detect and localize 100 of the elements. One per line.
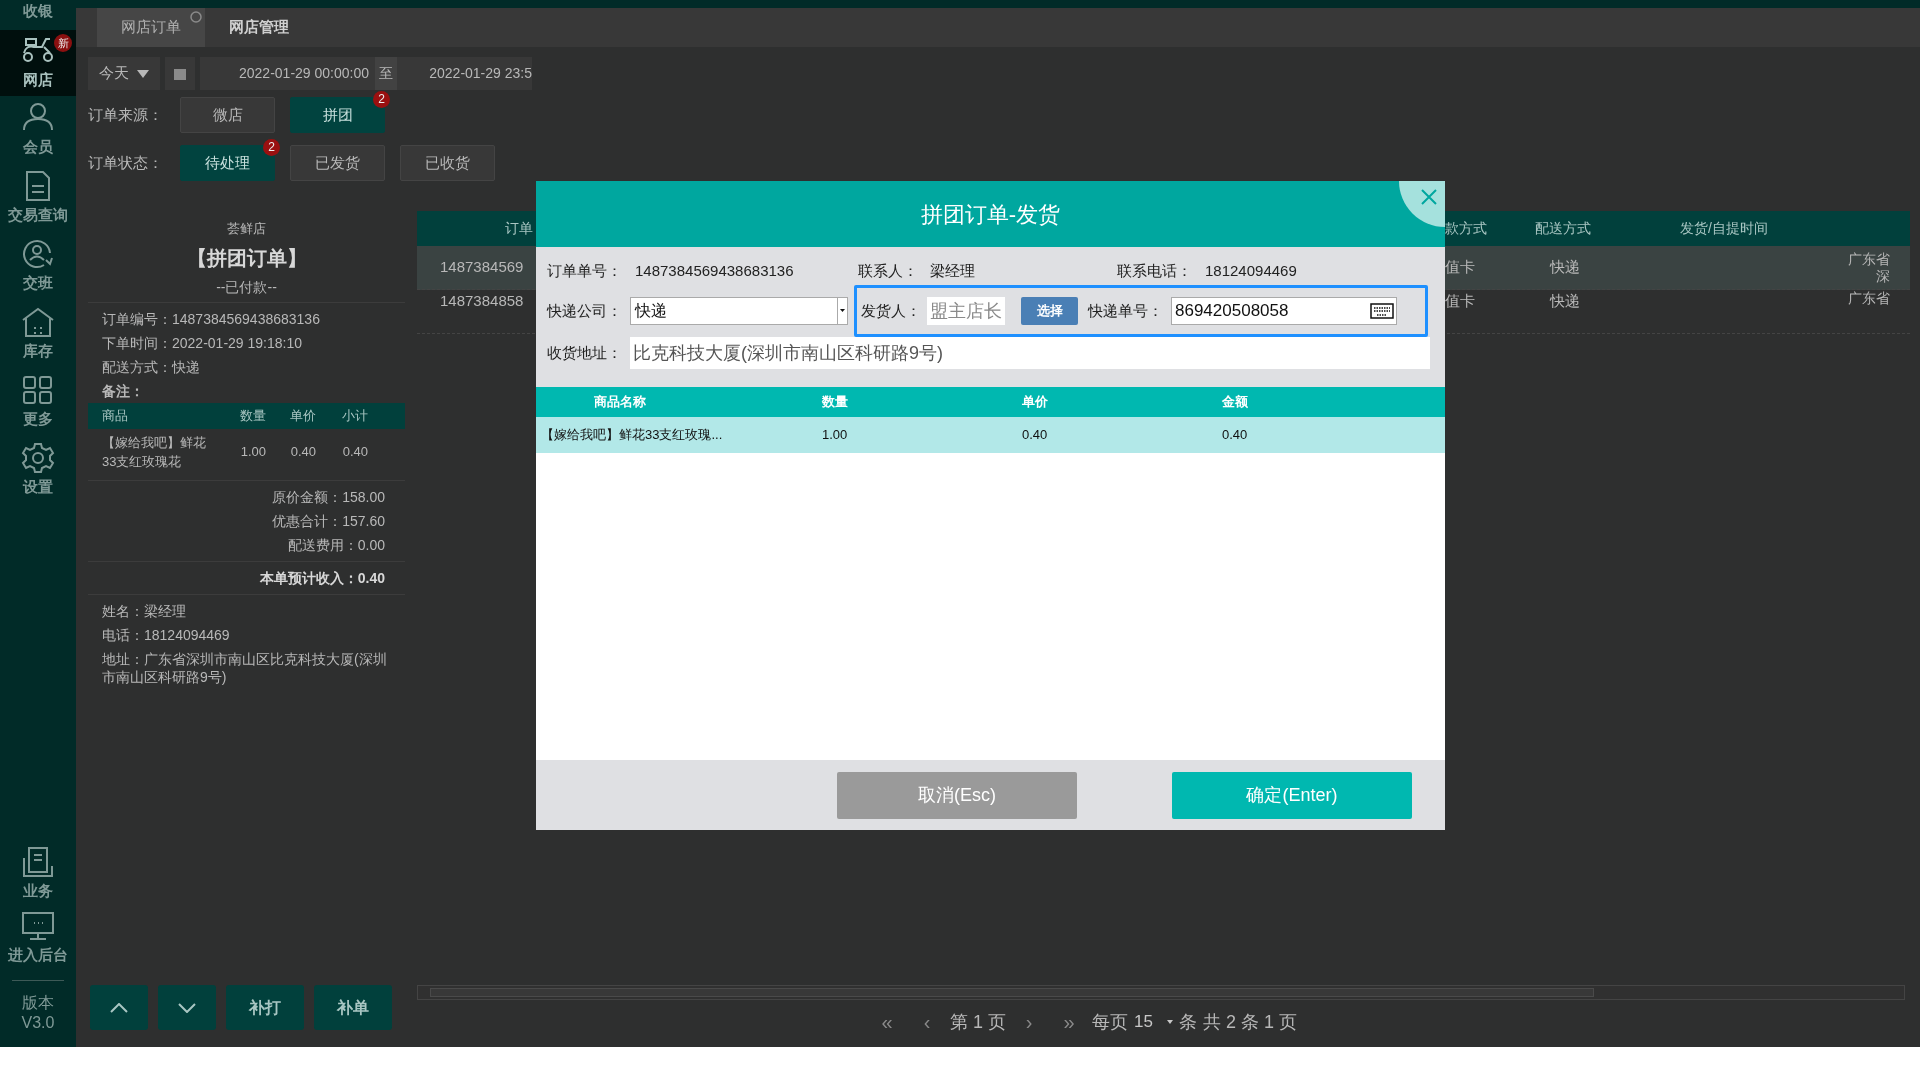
tab[interactable]: 网店订单 [97, 8, 205, 47]
table-cell-text: 广东省 深 [1847, 251, 1890, 284]
table-cell-text: 快递 [1548, 291, 1581, 311]
filter-label: 订单来源： [88, 104, 164, 125]
income-line: 本单预计收入：0.40 [258, 568, 386, 588]
keyboard-icon[interactable] [1370, 303, 1394, 319]
horizontal-scrollbar[interactable] [417, 985, 1905, 1000]
table-cell-text: 0.40 [289, 443, 316, 462]
version-label: 版本 [22, 993, 54, 1013]
column-header: 金额 [1222, 393, 1249, 412]
sidebar-item[interactable]: 更多 [0, 368, 76, 436]
count-badge: 2 [373, 91, 390, 108]
table-cell-text: 值卡 [1445, 291, 1476, 311]
table-cell-text: 0.40 [1022, 426, 1049, 445]
tab[interactable]: 网店管理 [205, 8, 313, 47]
date-separator: 至 [375, 57, 397, 90]
action-button[interactable]: 补打 [226, 985, 304, 1030]
table-cell-text: 值卡 [1445, 257, 1476, 278]
field-value: 1487384569438683136 [635, 260, 794, 281]
sidebar-item[interactable]: 收银 [0, 0, 76, 30]
column-header: 配送方式 [1534, 219, 1592, 238]
field-label: 联系电话： [1117, 260, 1193, 281]
table-cell-text: 广东省 [1847, 290, 1890, 307]
field-value: 18124094469 [1205, 260, 1297, 281]
column-header: 单价 [289, 406, 316, 425]
sidebar-item[interactable]: 进入后台 [0, 906, 76, 970]
store-name: 荟鲜店 [226, 220, 267, 238]
customer-field: 地址：广东省深圳市南山区比克科技大厦(深圳市南山区科研路9号) [88, 646, 405, 689]
action-button[interactable]: 补单 [314, 985, 392, 1030]
table-cell-text: 1487384569 [439, 257, 525, 278]
dialog-title: 拼团订单-发货 [920, 200, 1061, 229]
filter-option[interactable]: 微店 [180, 97, 275, 133]
unit-label: 条 [1178, 1010, 1197, 1034]
column-header: 商品名称 [593, 393, 647, 412]
end-date-field[interactable]: 2022-01-29 23:5 [397, 57, 532, 90]
shipper-field[interactable]: 盟主店长 [927, 297, 1005, 325]
table-cell-text: 1.00 [822, 426, 849, 445]
table-cell-text: 0.40 [341, 443, 368, 462]
table-cell-text: 【嫁给我吧】鲜花33支红玫瑰... [540, 426, 724, 445]
receipt-field: 下单时间：2022-01-29 19:18:10 [88, 330, 405, 355]
sidebar-item[interactable]: 库存 [0, 300, 76, 368]
chevron-up-icon [110, 1002, 128, 1013]
table-cell-text: 1487384858 [439, 291, 525, 311]
total-line: 优惠合计：157.60 [271, 511, 386, 531]
total-line: 配送费用：0.00 [286, 535, 386, 555]
courier-dropdown[interactable]: 快递 [630, 297, 848, 325]
sidebar-item[interactable]: 设置 [0, 436, 76, 504]
table-cell-text: 0.40 [1222, 426, 1249, 445]
filter-option[interactable]: 已发货 [290, 145, 385, 181]
close-icon [1421, 189, 1437, 205]
field-label: 联系人： [858, 260, 919, 281]
settings-icon [20, 441, 56, 474]
choose-button[interactable]: 选择 [1021, 297, 1078, 325]
caret-icon [1166, 1020, 1173, 1024]
field-label: 快递单号： [1088, 300, 1163, 321]
up-button[interactable] [90, 985, 148, 1030]
tracking-number-field[interactable]: 869420508058 [1171, 297, 1397, 325]
down-button[interactable] [158, 985, 216, 1030]
column-header: 单价 [1022, 393, 1049, 412]
customer-field: 姓名：梁经理 [88, 598, 405, 623]
table-cell-text: 快递 [1548, 257, 1581, 278]
field-label: 订单单号： [547, 260, 623, 281]
receipt-title: 【拼团订单】 [185, 245, 308, 271]
table-cell-text: 1.00 [239, 443, 266, 462]
item-row[interactable]: 【嫁给我吧】鲜花33支红玫瑰... 1.00 0.40 0.40 [536, 417, 1445, 453]
remark-label: 备注： [101, 381, 145, 401]
column-header: 商品 [101, 406, 129, 425]
column-header: 数量 [822, 393, 849, 412]
caret-icon [837, 297, 847, 325]
date-preset-dropdown[interactable]: 今天 [88, 57, 160, 90]
sidebar-item[interactable]: 业务 [0, 842, 76, 906]
count-badge: 2 [263, 139, 280, 156]
receipt-field: 配送方式：快递 [88, 354, 405, 379]
page-summary: 共 2 条 1 页 [1202, 1010, 1297, 1034]
field-label: 收货地址： [547, 342, 623, 363]
filter-option[interactable]: 已收货 [400, 145, 495, 181]
sidebar-item[interactable]: 交易查询 [0, 164, 76, 232]
sidebar-item[interactable]: 会员 [0, 96, 76, 164]
page-indicator: 第 1 页 [950, 1010, 1007, 1034]
chevron-down-icon [178, 1002, 196, 1013]
column-header: 发货/自提时间 [1680, 219, 1769, 238]
house-icon [20, 305, 56, 338]
field-label: 发货人： [861, 300, 921, 321]
version-number: V3.0 [21, 1013, 55, 1033]
document-tray-icon [20, 845, 56, 878]
customer-field: 电话：18124094469 [88, 622, 405, 647]
column-header: 小计 [341, 406, 368, 425]
table-cell-text: 【嫁给我吧】鲜花33支红玫瑰花 [101, 433, 207, 471]
monitor-icon [20, 909, 56, 942]
page-size-dropdown[interactable]: 15 [1134, 1009, 1173, 1035]
caret-icon [137, 69, 149, 78]
sidebar-item[interactable]: 交班 [0, 232, 76, 300]
payment-status: --已付款-- [215, 277, 278, 297]
start-date-field[interactable]: 2022-01-29 00:00:00 [200, 57, 375, 90]
field-value: 梁经理 [930, 260, 975, 281]
per-page-label: 每页 [1092, 1010, 1129, 1034]
address-field[interactable]: 比克科技大厦(深圳市南山区科研路9号) [630, 337, 1430, 369]
field-label: 快递公司： [547, 300, 623, 321]
column-header: 款方式 [1445, 219, 1488, 238]
column-header: 订单 [504, 219, 534, 238]
